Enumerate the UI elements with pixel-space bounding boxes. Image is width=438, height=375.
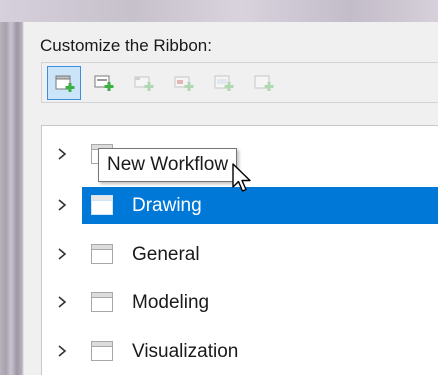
- new-workflow-button[interactable]: [47, 66, 81, 100]
- tooltip: New Workflow: [98, 148, 238, 182]
- tree-item-label: Visualization: [132, 341, 239, 362]
- customize-ribbon-panel: Customize the Ribbon: Drawing General Mo…: [24, 22, 438, 375]
- section-title: Customize the Ribbon:: [40, 36, 212, 55]
- chevron-right-icon[interactable]: [57, 345, 67, 357]
- folder-icon: [91, 341, 113, 361]
- new-item-button[interactable]: [167, 66, 201, 100]
- tree-item-modeling[interactable]: Modeling: [42, 284, 438, 321]
- new-command-icon: [254, 75, 274, 91]
- chevron-right-icon[interactable]: [57, 199, 67, 211]
- mouse-cursor-icon: [232, 163, 251, 192]
- new-panel-icon: [94, 75, 114, 91]
- new-group-icon: [214, 75, 234, 91]
- tree-item-general[interactable]: General: [42, 236, 438, 273]
- folder-icon: [91, 195, 113, 215]
- background-top: [0, 0, 438, 22]
- folder-icon: [91, 244, 113, 264]
- new-workflow-icon: [55, 75, 75, 92]
- chevron-right-icon[interactable]: [57, 296, 67, 308]
- new-command-button[interactable]: [247, 66, 281, 100]
- new-subpanel-button[interactable]: [127, 66, 161, 100]
- tree-item-label: General: [132, 244, 200, 265]
- chevron-right-icon[interactable]: [57, 248, 67, 260]
- tree-item-label: Modeling: [132, 292, 210, 313]
- folder-icon: [91, 292, 113, 312]
- new-subpanel-icon: [134, 76, 154, 91]
- chevron-right-icon[interactable]: [57, 148, 67, 160]
- ribbon-toolbar: [41, 62, 438, 103]
- new-panel-button[interactable]: [87, 66, 121, 100]
- tree-item-label: Drawing: [132, 195, 202, 216]
- tree-item-visualization[interactable]: Visualization: [42, 333, 438, 370]
- new-group-button[interactable]: [207, 66, 241, 100]
- new-item-icon: [174, 76, 194, 91]
